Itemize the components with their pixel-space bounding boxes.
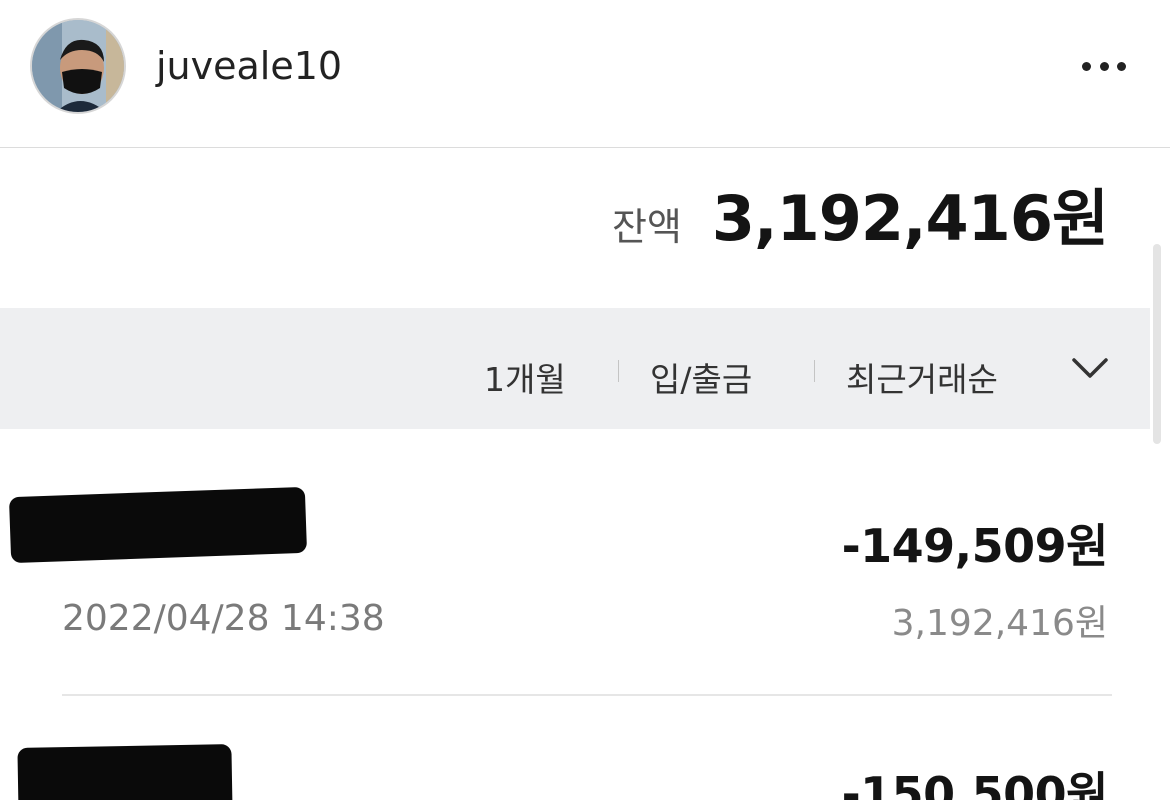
balance-value: 3,192,416원 (711, 182, 1109, 255)
balance-label: 잔액 (611, 205, 682, 249)
transaction-balance-after: 3,192,416원 (891, 603, 1108, 644)
scrollbar-thumb[interactable] (1153, 244, 1161, 444)
redacted-description (17, 744, 233, 800)
avatar-photo (32, 20, 124, 112)
transaction-row[interactable]: -149,509원 2022/04/28 14:38 3,192,416원 (0, 430, 1170, 696)
post-header: juveale10 (0, 0, 1170, 148)
filter-bar: 1개월 입/출금 최근거래순 (0, 308, 1150, 429)
transaction-amount: -149,509원 (841, 519, 1109, 573)
filter-transaction-type[interactable]: 입/출금 (650, 353, 752, 401)
transaction-row[interactable]: -150,500원 (0, 696, 1170, 800)
dot (1099, 61, 1109, 71)
redacted-description (8, 486, 308, 564)
user-avatar[interactable] (30, 18, 126, 114)
dot (1082, 61, 1091, 71)
divider (814, 360, 815, 382)
transaction-datetime: 2022/04/28 14:38 (62, 598, 385, 639)
more-options-icon[interactable] (1076, 48, 1132, 84)
filter-period[interactable]: 1개월 (484, 353, 566, 401)
dot (1117, 61, 1126, 71)
username[interactable]: juveale10 (156, 44, 342, 88)
balance-summary: 잔액 3,192,416원 (611, 168, 1109, 258)
filter-sort-order[interactable]: 최근거래순 (846, 353, 998, 401)
divider (618, 360, 619, 382)
transaction-amount: -150,500원 (841, 767, 1109, 800)
chevron-down-icon[interactable] (1068, 350, 1112, 386)
